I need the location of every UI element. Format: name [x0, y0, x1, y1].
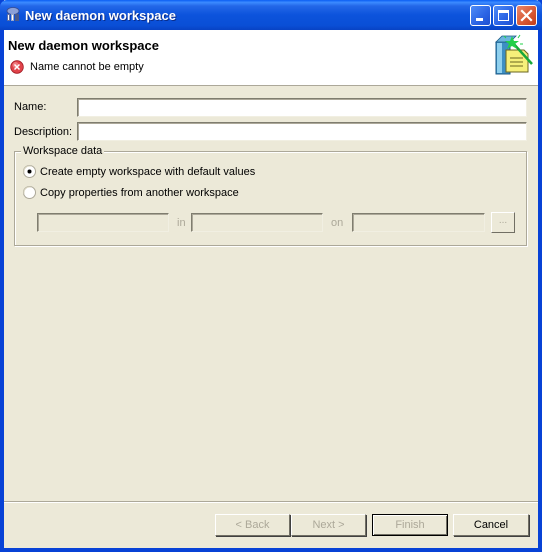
finish-button[interactable]: Finish [372, 514, 448, 536]
workspace-data-legend: Workspace data [21, 145, 105, 157]
radio-create-empty-label: Create empty workspace with default valu… [40, 166, 256, 178]
on-label: on [331, 217, 344, 229]
minimize-icon [476, 18, 483, 21]
page-title: New daemon workspace [8, 38, 159, 53]
source-workspace-input[interactable] [37, 213, 169, 232]
title-bar[interactable]: New daemon workspace [0, 0, 542, 30]
daemon-workspace-icon [6, 7, 20, 21]
close-icon [520, 9, 533, 22]
maximize-icon [498, 10, 509, 21]
radio-copy-properties-label: Copy properties from another workspace [40, 187, 239, 199]
close-button[interactable] [516, 5, 537, 26]
source-machine-input[interactable] [352, 213, 485, 232]
footer-separator [4, 501, 538, 503]
description-input[interactable] [77, 122, 527, 141]
maximize-button[interactable] [493, 5, 514, 26]
description-label: Description: [14, 126, 73, 138]
cancel-button[interactable]: Cancel [453, 514, 529, 536]
back-button[interactable]: < Back [215, 514, 290, 536]
wizard-header: New daemon workspace Name cannot be empt… [4, 30, 538, 86]
error-icon [10, 60, 24, 74]
radio-button-selected[interactable] [23, 165, 36, 178]
browse-button[interactable]: ... [491, 212, 515, 233]
wizard-dialog: New daemon workspace New daemon workspac… [0, 0, 542, 552]
error-message: Name cannot be empty [30, 61, 144, 73]
source-daemon-input[interactable] [191, 213, 323, 232]
name-input[interactable] [77, 98, 527, 117]
in-label: in [177, 217, 186, 229]
window-title: New daemon workspace [25, 8, 176, 23]
name-label: Name: [14, 101, 47, 113]
minimize-button[interactable] [470, 5, 491, 26]
new-workspace-wizard-icon [495, 34, 533, 75]
radio-button-unselected[interactable] [23, 186, 36, 199]
next-button[interactable]: Next > [291, 514, 366, 536]
